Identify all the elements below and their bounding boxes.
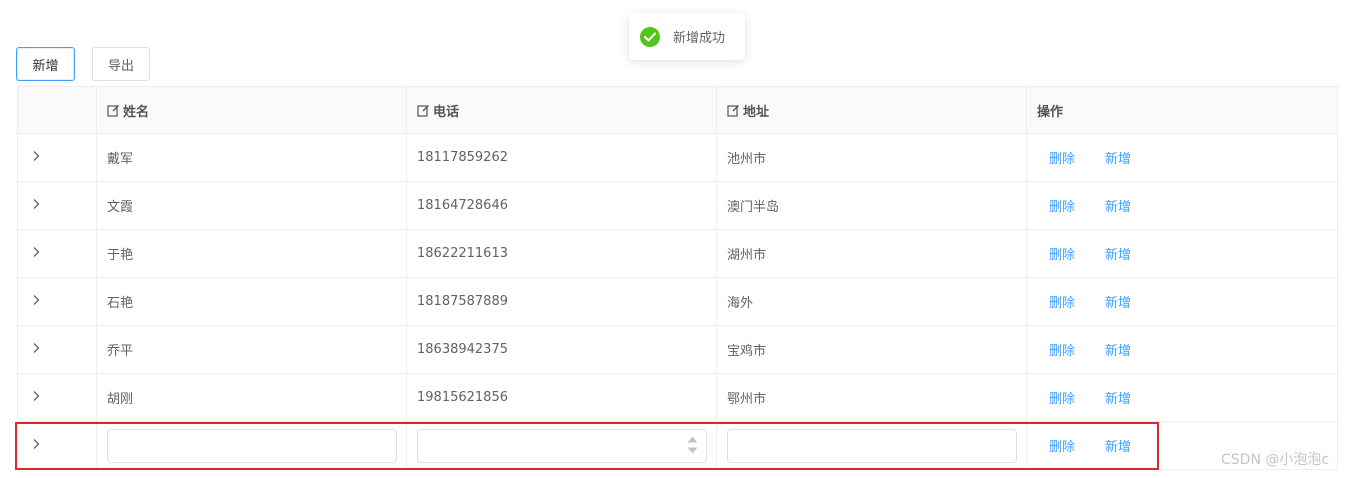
number-spinner[interactable] [687, 436, 698, 454]
success-toast: 新增成功 [629, 13, 745, 60]
header-name: 姓名 [97, 87, 407, 133]
table-row: 石艳 18187587889 海外 删除 新增 [18, 278, 1338, 326]
cell-phone: 19815621856 [407, 374, 717, 421]
cell-phone: 18117859262 [407, 134, 717, 181]
header-name-label: 姓名 [123, 104, 150, 120]
cell-name: 戴军 [97, 134, 407, 181]
toast-message: 新增成功 [673, 31, 726, 46]
chevron-right-icon[interactable] [31, 390, 41, 406]
name-input[interactable] [107, 428, 397, 463]
row-add-link[interactable]: 新增 [1105, 148, 1131, 167]
spinner-down-icon[interactable] [687, 447, 698, 454]
edit-icon [727, 104, 740, 117]
delete-link[interactable]: 删除 [1049, 196, 1075, 215]
edit-icon [107, 104, 120, 117]
table-header: 姓名 电话 地址 操作 [18, 87, 1338, 134]
watermark: CSDN @小泡泡c [1221, 452, 1330, 468]
cell-phone: 18187587889 [407, 278, 717, 325]
header-actions-label: 操作 [1037, 104, 1064, 120]
cell-address: 宝鸡市 [717, 326, 1027, 373]
row-add-link[interactable]: 新增 [1105, 196, 1131, 215]
data-table: 姓名 电话 地址 操作 戴军 18117859262 池州市 删除 新增 文霞 … [17, 86, 1338, 470]
cell-name: 于艳 [97, 230, 407, 277]
cell-address: 海外 [717, 278, 1027, 325]
cell-name: 乔平 [97, 326, 407, 373]
edit-icon [417, 104, 430, 117]
row-add-link[interactable]: 新增 [1105, 340, 1131, 359]
page: 新增 导出 新增成功 姓名 电话 地址 操作 戴军 18117859262 池州… [0, 0, 1352, 478]
chevron-right-icon[interactable] [31, 438, 41, 454]
delete-link[interactable]: 删除 [1049, 340, 1075, 359]
new-table-row: 删除 新增 [18, 422, 1338, 470]
chevron-right-icon[interactable] [31, 294, 41, 310]
header-actions: 操作 [1027, 87, 1338, 133]
chevron-right-icon[interactable] [31, 246, 41, 262]
row-add-link[interactable]: 新增 [1105, 436, 1131, 455]
delete-link[interactable]: 删除 [1049, 148, 1075, 167]
add-button[interactable]: 新增 [16, 47, 75, 81]
header-expand [18, 87, 97, 133]
chevron-right-icon[interactable] [31, 150, 41, 166]
chevron-right-icon[interactable] [31, 342, 41, 358]
cell-phone: 18638942375 [407, 326, 717, 373]
table-row: 胡刚 19815621856 鄂州市 删除 新增 [18, 374, 1338, 422]
cell-address: 鄂州市 [717, 374, 1027, 421]
cell-name: 胡刚 [97, 374, 407, 421]
delete-link[interactable]: 删除 [1049, 388, 1075, 407]
address-input[interactable] [727, 428, 1017, 463]
cell-phone: 18164728646 [407, 182, 717, 229]
cell-address: 澳门半岛 [717, 182, 1027, 229]
cell-address: 湖州市 [717, 230, 1027, 277]
phone-number-input[interactable] [417, 428, 707, 463]
chevron-right-icon[interactable] [31, 198, 41, 214]
row-add-link[interactable]: 新增 [1105, 244, 1131, 263]
header-phone: 电话 [407, 87, 717, 133]
cell-name: 石艳 [97, 278, 407, 325]
table-row: 文霞 18164728646 澳门半岛 删除 新增 [18, 182, 1338, 230]
delete-link[interactable]: 删除 [1049, 244, 1075, 263]
row-add-link[interactable]: 新增 [1105, 388, 1131, 407]
cell-name: 文霞 [97, 182, 407, 229]
table-row: 乔平 18638942375 宝鸡市 删除 新增 [18, 326, 1338, 374]
export-button[interactable]: 导出 [92, 47, 150, 81]
delete-link[interactable]: 删除 [1049, 292, 1075, 311]
table-row: 于艳 18622211613 湖州市 删除 新增 [18, 230, 1338, 278]
row-add-link[interactable]: 新增 [1105, 292, 1131, 311]
delete-link[interactable]: 删除 [1049, 436, 1075, 455]
header-address: 地址 [717, 87, 1027, 133]
cell-address: 池州市 [717, 134, 1027, 181]
header-address-label: 地址 [743, 104, 770, 120]
header-phone-label: 电话 [433, 104, 460, 120]
cell-phone: 18622211613 [407, 230, 717, 277]
spinner-up-icon[interactable] [687, 436, 698, 443]
table-row: 戴军 18117859262 池州市 删除 新增 [18, 134, 1338, 182]
check-circle-icon [640, 26, 660, 47]
